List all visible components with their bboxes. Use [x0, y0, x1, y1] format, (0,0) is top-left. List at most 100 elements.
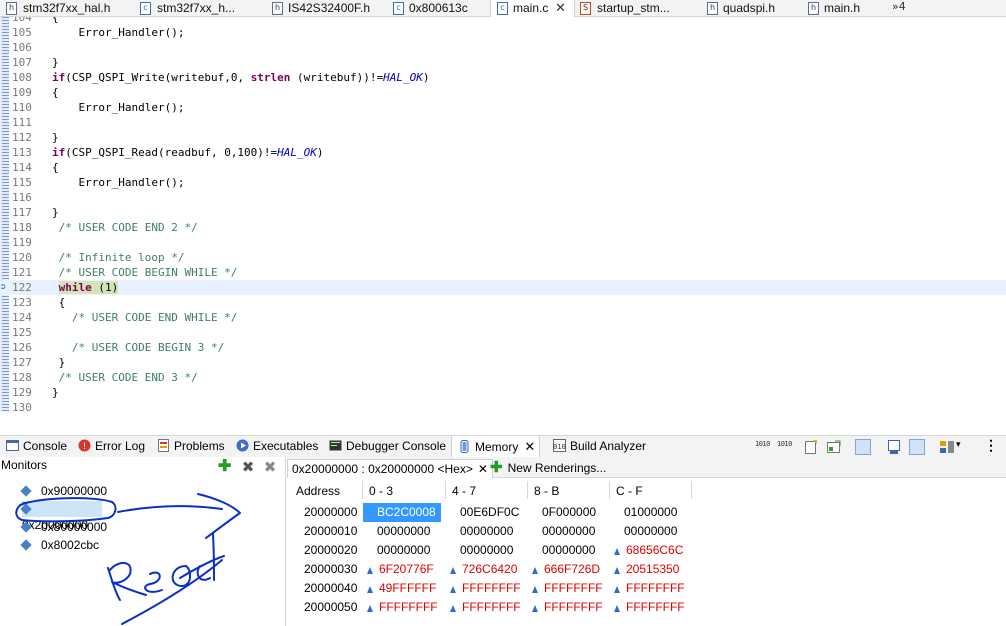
tab-console[interactable]: Console: [6, 436, 67, 457]
monitors-title: Monitors: [1, 458, 48, 472]
error-log-icon: !: [78, 439, 91, 452]
tab-executables[interactable]: Executables: [236, 436, 318, 457]
executables-icon: [236, 439, 249, 452]
import-memory-icon[interactable]: 1010: [755, 440, 770, 448]
code-line: 107}: [12, 56, 59, 69]
remove-monitor-icon[interactable]: ✖: [241, 460, 255, 475]
memory-cell[interactable]: FFFFFFFF: [528, 598, 606, 617]
memory-cell[interactable]: FFFFFFFF: [610, 598, 688, 617]
tab-main-c[interactable]: c main.c ✕: [490, 0, 575, 17]
code-line: 118 /* USER CODE END 2 */: [12, 221, 198, 234]
memory-cell[interactable]: 68656C6C: [610, 541, 688, 560]
new-tab-icon[interactable]: [803, 439, 819, 455]
memory-cell[interactable]: 00000000: [446, 541, 524, 560]
tab-main-h[interactable]: h main.h: [808, 0, 878, 17]
problems-icon: [158, 439, 169, 452]
tab-problems[interactable]: Problems: [157, 436, 225, 457]
memory-cell[interactable]: 00000000: [446, 522, 524, 541]
monitor-item[interactable]: 0x80000000: [20, 519, 107, 535]
memory-cell[interactable]: 20515350: [610, 560, 688, 579]
memory-cell[interactable]: FFFFFFFF: [528, 579, 606, 598]
tab-startup-stm[interactable]: S startup_stm...: [580, 0, 695, 17]
tab-quadspi-h[interactable]: h quadspi.h: [707, 0, 797, 17]
code-line: 119: [12, 236, 32, 249]
memory-cell[interactable]: 666F726D: [528, 560, 606, 579]
code-line: 127 }: [12, 356, 66, 369]
column-header-address: Address: [296, 482, 341, 501]
memory-cell-value: 6F20776F: [379, 562, 434, 576]
close-icon[interactable]: ✕: [478, 462, 488, 476]
close-icon[interactable]: ✕: [555, 0, 566, 16]
code-line: 128 /* USER CODE END 3 */: [12, 371, 198, 384]
memory-cell-value: 00000000: [377, 543, 431, 557]
monitor-item[interactable]: 0x90000000: [20, 483, 107, 499]
tab-new-renderings[interactable]: ✚ New Renderings...: [490, 459, 606, 478]
close-icon[interactable]: ✕: [524, 439, 535, 454]
memory-cell[interactable]: 6F20776F: [363, 560, 441, 579]
tab-stm32f7xx-h[interactable]: c stm32f7xx_h...: [140, 0, 260, 17]
tab-0x800613c[interactable]: c 0x800613c: [393, 0, 488, 17]
changed-value-icon: [614, 567, 620, 574]
row-address: 20000000: [304, 505, 358, 519]
code-line: 111: [12, 116, 32, 129]
memory-cell[interactable]: FFFFFFFF: [363, 598, 441, 617]
memory-cell[interactable]: 00000000: [363, 522, 441, 541]
tab-hex-rendering[interactable]: 0x20000000 : 0x20000000 <Hex> ✕: [287, 459, 493, 478]
changed-value-icon: [532, 567, 538, 574]
code-editor[interactable]: 104{ 105 Error_Handler(); 106 107} 108 if…: [0, 17, 1006, 412]
tab-debugger-console[interactable]: Debugger Console: [329, 436, 446, 457]
tab-label: startup_stm...: [597, 1, 670, 15]
code-line: 108 if(CSP_QSPI_Write(writebuf,0, strlen …: [12, 71, 430, 84]
layout-icon[interactable]: [939, 439, 955, 455]
memory-cell[interactable]: FFFFFFFF: [446, 579, 524, 598]
memory-cell[interactable]: 00000000: [363, 541, 441, 560]
code-line: 120 /* Infinite loop */: [12, 251, 185, 264]
memory-icon: [460, 440, 469, 453]
memory-cell-value: 0F000000: [542, 505, 597, 519]
memory-cell-value: 00000000: [542, 524, 596, 538]
monitor-item[interactable]: 0x8002cbc: [20, 537, 99, 553]
svg-text:!: !: [83, 442, 87, 452]
sync-renderings-icon[interactable]: [855, 439, 871, 455]
tab-label: quadspi.h: [723, 1, 776, 15]
tab-memory[interactable]: Memory ✕: [451, 436, 541, 457]
add-monitor-icon[interactable]: ✚: [218, 459, 231, 475]
tab-error-log[interactable]: ! Error Log: [78, 436, 145, 457]
view-menu-icon[interactable]: ⋮: [984, 437, 998, 454]
memory-cell[interactable]: 49FFFFFF: [363, 579, 441, 598]
memory-cell-value: 01000000: [624, 505, 678, 519]
instruction-pointer-icon: ➲: [0, 282, 7, 293]
monitor-item-selected[interactable]: 0x20000000: [20, 501, 102, 532]
memory-cell[interactable]: 00E6DF0C: [446, 503, 524, 522]
code-line: 123 {: [12, 296, 66, 309]
row-address: 20000040: [304, 581, 358, 595]
memory-cell-value: FFFFFFFF: [626, 600, 685, 614]
memory-cell[interactable]: 00000000: [610, 522, 688, 541]
changed-value-icon: [367, 605, 373, 612]
tab-label: main.c: [513, 1, 549, 15]
reset-rendering-icon[interactable]: [886, 439, 902, 455]
memory-cell-value: FFFFFFFF: [462, 581, 521, 595]
more-tabs-button[interactable]: »4: [892, 0, 906, 13]
memory-cell[interactable]: FFFFFFFF: [446, 598, 524, 617]
toggle-split-icon[interactable]: [909, 439, 925, 455]
memory-cell[interactable]: FFFFFFFF: [610, 579, 688, 598]
remove-all-monitors-icon[interactable]: ✖: [263, 460, 277, 475]
export-memory-icon[interactable]: 1010: [777, 440, 792, 448]
tab-stm32f7xx-hal-h[interactable]: h stm32f7xx_hal.h: [6, 0, 126, 17]
memory-cell[interactable]: 00000000: [528, 541, 606, 560]
memory-cell[interactable]: 0F000000: [528, 503, 606, 522]
memory-cell[interactable]: 726C6420: [446, 560, 524, 579]
tab-build-analyzer[interactable]: 010 Build Analyzer: [553, 436, 646, 457]
memory-cell-selected[interactable]: BC2C0008: [363, 503, 441, 522]
changed-value-icon: [450, 586, 456, 593]
tab-is42s32400f-h[interactable]: h IS42S32400F.h: [272, 0, 382, 17]
chevron-down-icon[interactable]: ▾: [956, 439, 961, 450]
view-tab-bar: Console ! Error Log Problems Executables …: [0, 435, 1006, 457]
memory-cell[interactable]: 00000000: [528, 522, 606, 541]
memory-cell-value: 49FFFFFF: [379, 581, 437, 595]
link-memory-icon[interactable]: [826, 439, 842, 455]
column-header: C - F: [616, 482, 643, 501]
row-address: 20000050: [304, 600, 358, 614]
memory-cell[interactable]: 01000000: [610, 503, 688, 522]
